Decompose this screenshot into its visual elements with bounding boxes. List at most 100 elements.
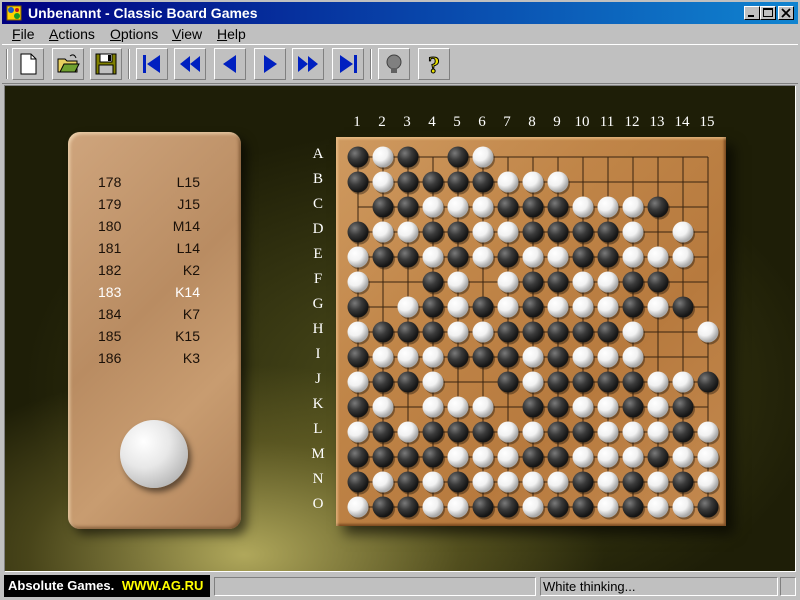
board-point[interactable] xyxy=(672,321,694,343)
menu-view-mnemonic: V xyxy=(172,26,182,42)
black-stone xyxy=(447,471,470,495)
board-point[interactable] xyxy=(497,396,519,418)
board-point[interactable] xyxy=(697,196,719,218)
black-stone xyxy=(422,421,445,445)
board-point[interactable] xyxy=(597,146,619,168)
black-stone xyxy=(672,296,695,320)
menu-view[interactable]: View xyxy=(172,26,202,42)
white-stone xyxy=(372,346,395,370)
menu-actions[interactable]: Actions xyxy=(49,26,95,42)
white-stone xyxy=(622,421,645,445)
board-point[interactable] xyxy=(697,296,719,318)
black-stone xyxy=(522,296,545,320)
board-point[interactable] xyxy=(547,146,569,168)
board-point[interactable] xyxy=(672,146,694,168)
board-point[interactable] xyxy=(447,371,469,393)
black-stone xyxy=(472,296,495,320)
last-move-button[interactable] xyxy=(332,48,364,80)
save-button[interactable] xyxy=(90,48,122,80)
menu-help[interactable]: Help xyxy=(217,26,246,42)
move-number: 180 xyxy=(98,218,122,234)
menu-help-label: elp xyxy=(227,26,246,42)
board-point[interactable] xyxy=(697,346,719,368)
board-point[interactable] xyxy=(572,171,594,193)
black-stone xyxy=(497,246,520,270)
board-point[interactable] xyxy=(622,146,644,168)
white-stone xyxy=(697,446,720,470)
white-stone xyxy=(347,246,370,270)
board-point[interactable] xyxy=(672,346,694,368)
board-point[interactable] xyxy=(622,171,644,193)
board-point[interactable] xyxy=(597,171,619,193)
black-stone xyxy=(397,446,420,470)
board-point[interactable] xyxy=(697,396,719,418)
white-stone xyxy=(572,196,595,220)
white-stone xyxy=(647,471,670,495)
title-bar[interactable]: Unbenannt - Classic Board Games xyxy=(2,2,798,24)
board-point[interactable] xyxy=(672,196,694,218)
menu-options[interactable]: Options xyxy=(110,26,158,42)
board-point[interactable] xyxy=(697,271,719,293)
fast-back-button[interactable] xyxy=(174,48,206,80)
black-stone xyxy=(372,446,395,470)
column-label: 5 xyxy=(453,114,461,130)
board-point[interactable] xyxy=(697,246,719,268)
board-point[interactable] xyxy=(497,146,519,168)
black-stone xyxy=(372,371,395,395)
board-point[interactable] xyxy=(697,221,719,243)
board-point[interactable] xyxy=(422,146,444,168)
board-point[interactable] xyxy=(472,371,494,393)
black-stone xyxy=(597,221,620,245)
board-point[interactable] xyxy=(697,171,719,193)
board-point[interactable] xyxy=(397,271,419,293)
column-label: 1 xyxy=(353,114,361,130)
move-row: 178 L15 xyxy=(98,174,200,196)
board-point[interactable] xyxy=(647,221,669,243)
fast-forward-button[interactable] xyxy=(292,48,324,80)
board-point[interactable] xyxy=(672,271,694,293)
white-stone xyxy=(372,221,395,245)
black-stone xyxy=(522,321,545,345)
new-button[interactable] xyxy=(12,48,44,80)
black-stone xyxy=(447,146,470,170)
black-stone xyxy=(497,371,520,395)
board-point[interactable] xyxy=(522,146,544,168)
move-row: 186 K3 xyxy=(98,350,200,372)
black-stone xyxy=(397,246,420,270)
black-stone xyxy=(422,321,445,345)
open-button[interactable] xyxy=(52,48,84,80)
minimize-button[interactable] xyxy=(744,6,760,20)
board-grid[interactable] xyxy=(336,137,726,526)
board-point[interactable] xyxy=(397,396,419,418)
first-move-button[interactable] xyxy=(136,48,168,80)
toolbar-grip xyxy=(6,49,8,79)
step-back-button[interactable] xyxy=(214,48,246,80)
move-coordinate: M14 xyxy=(172,218,200,234)
black-stone xyxy=(447,221,470,245)
step-forward-button[interactable] xyxy=(254,48,286,80)
board-point[interactable] xyxy=(647,346,669,368)
board-point[interactable] xyxy=(672,171,694,193)
help-button[interactable]: ? xyxy=(418,48,450,80)
white-stone xyxy=(347,496,370,520)
board-point[interactable] xyxy=(697,146,719,168)
board-point[interactable] xyxy=(472,271,494,293)
maximize-button[interactable] xyxy=(760,6,776,20)
last-move-icon xyxy=(340,55,357,73)
board-point[interactable] xyxy=(347,196,369,218)
board-point[interactable] xyxy=(647,171,669,193)
board-point[interactable] xyxy=(572,146,594,168)
game-board[interactable] xyxy=(336,137,726,526)
board-point[interactable] xyxy=(647,146,669,168)
status-pane-empty xyxy=(214,577,536,596)
black-stone xyxy=(347,346,370,370)
menu-file[interactable]: File xyxy=(12,26,35,42)
close-button[interactable] xyxy=(778,6,794,20)
black-stone xyxy=(397,321,420,345)
hint-button[interactable] xyxy=(378,48,410,80)
black-stone xyxy=(447,346,470,370)
board-point[interactable] xyxy=(372,271,394,293)
move-row: 182 K2 xyxy=(98,262,200,284)
board-point[interactable] xyxy=(372,296,394,318)
board-point[interactable] xyxy=(647,321,669,343)
